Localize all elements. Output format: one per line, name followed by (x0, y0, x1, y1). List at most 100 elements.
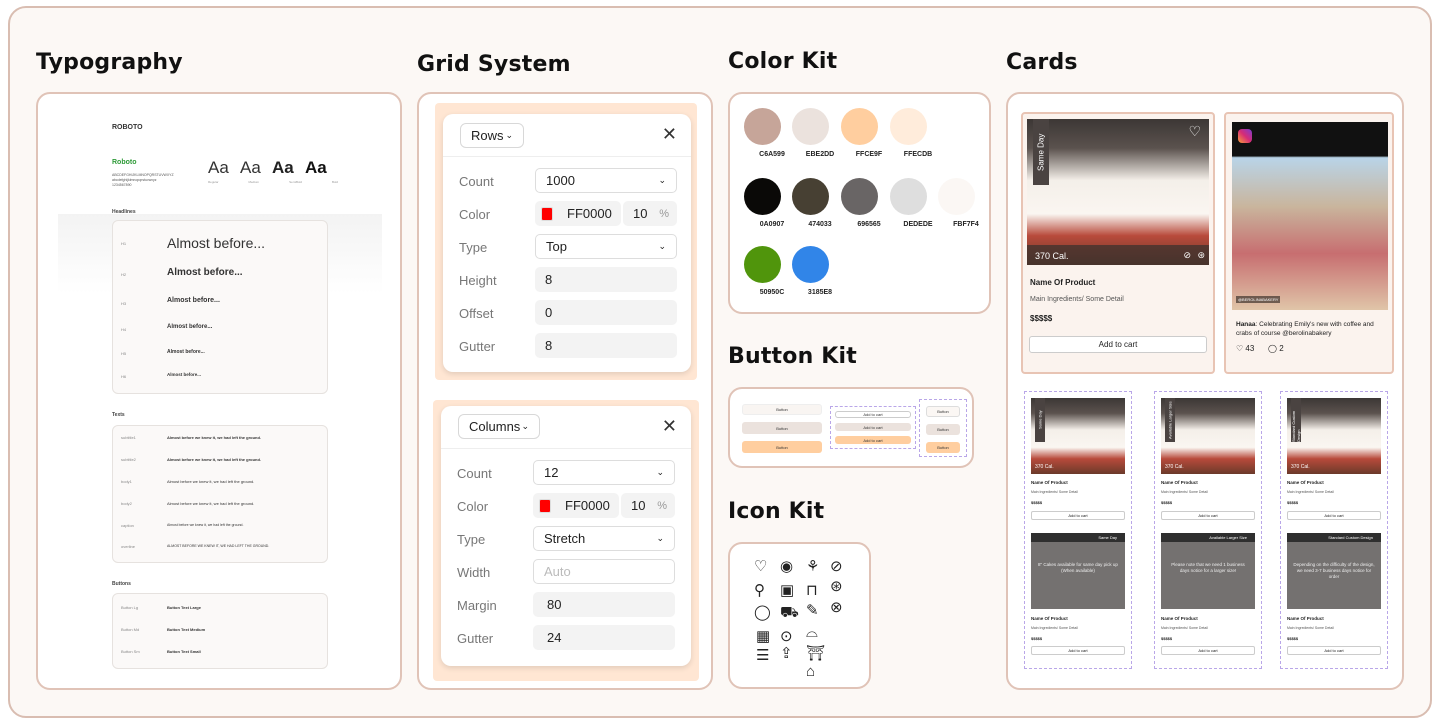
product-ingredients: Main Ingredients/ Some Detail (1031, 626, 1078, 630)
small-button-beige[interactable]: Button (926, 424, 960, 435)
color-swatch[interactable] (539, 498, 551, 513)
color-swatch[interactable] (541, 206, 553, 221)
add-to-cart-beige-button[interactable]: Add to cart (835, 423, 911, 431)
color-field[interactable]: FF0000 (533, 493, 619, 518)
rows-settings-card: Rows ⌄ ✕ Count 1000 ⌄ Color FF0000 10% Typ… (443, 114, 691, 372)
text-sample: Almost before we knew it, we had left th… (167, 435, 262, 440)
calories-label: 370 Cal. (1291, 464, 1310, 470)
type-select[interactable]: Stretch ⌄ (533, 526, 675, 551)
chevron-down-icon: ⌄ (656, 533, 664, 543)
calories-label: 370 Cal. (1035, 251, 1069, 261)
cake-box-icon: ⌂ (806, 663, 816, 680)
comments-count[interactable]: ◯ 2 (1268, 344, 1284, 353)
button-beige[interactable]: Button (742, 422, 822, 434)
comments-value: 2 (1279, 344, 1284, 353)
headline-text: Almost before... (167, 267, 243, 278)
type-value: Top (546, 239, 567, 254)
add-to-cart-button[interactable]: Add to cart (1287, 511, 1381, 520)
text-tag: overline (121, 544, 136, 549)
cupcake-icon: ⌓ (806, 624, 818, 641)
product-price: $$$$$ (1287, 636, 1299, 641)
variant-description: 8" Cakes available for same day pick up … (1038, 562, 1118, 573)
sample-bold: Aa (305, 158, 327, 177)
bag-icon: ⊓ (806, 582, 818, 599)
grid-system-panel: Rows ⌄ ✕ Count 1000 ⌄ Color FF0000 10% Typ… (417, 92, 713, 690)
location-icon: ⊙ (780, 628, 793, 645)
headlines-box: H1 Almost before... H2 Almost before... H3… (112, 220, 328, 394)
columns-mode-select[interactable]: Columns ⌄ (458, 414, 540, 439)
height-input[interactable]: 8 (535, 267, 677, 292)
product-variant-card[interactable]: Standard Custom Design 370 Cal. Name Of Pr… (1280, 391, 1388, 669)
opacity-value: 10 (633, 206, 648, 221)
text-tag: subtitle2 (121, 457, 136, 462)
button-light[interactable]: Button (742, 404, 822, 415)
headline-tag: H5 (121, 351, 127, 356)
color-hex-label: 3185E8 (807, 289, 833, 296)
button-tag: Button Md (121, 627, 140, 632)
gutter-input[interactable]: 8 (535, 333, 677, 358)
cards-panel: Same Day ♡ 370 Cal. ⊘ ⊛ Name Of Product … (1006, 92, 1404, 690)
chat-icon: ◯ (754, 604, 771, 621)
likes-count[interactable]: ♡ 43 (1236, 344, 1254, 353)
variant-title-bar: Same Day (1031, 533, 1125, 542)
instagram-icon: ▣ (780, 582, 795, 599)
columns-settings-card: Columns ⌄ ✕ Count 12 ⌄ Color FF0000 10% Ty… (441, 406, 691, 666)
add-to-cart-button[interactable]: Add to cart (1031, 646, 1125, 655)
height-label: Height (459, 273, 497, 288)
headline-tag: H3 (121, 301, 127, 306)
color-field[interactable]: FF0000 (535, 201, 621, 226)
product-ingredients: Main Ingredients/ Some Detail (1287, 626, 1334, 630)
color-swatch (792, 246, 829, 283)
leaf-circle-icon: ⊛ (830, 578, 843, 595)
social-card[interactable]: @BEROLINABAKERY Hanaa: Celebrating Emily… (1224, 112, 1394, 374)
close-icon[interactable]: ✕ (662, 124, 677, 145)
social-user: Hanaa (1236, 321, 1256, 328)
sliders-icon: ☰ (756, 647, 770, 664)
button-sample: Button Text Medium (167, 627, 206, 632)
add-to-cart-peach-button[interactable]: Add to cart (835, 436, 911, 444)
opacity-field[interactable]: 10% (623, 201, 677, 226)
heart-icon[interactable]: ♡ (1188, 123, 1201, 140)
width-input[interactable]: Auto (533, 559, 675, 584)
share-icon: ⇪ (780, 645, 793, 662)
count-value: 12 (544, 465, 559, 480)
product-ingredients: Main Ingredients/ Some Detail (1161, 626, 1208, 630)
buttons-box: Button Lg Button Text Large Button Md Butt… (112, 593, 328, 669)
add-to-cart-outline-button[interactable]: Add to cart (835, 411, 911, 418)
product-variant-card[interactable]: Available Larger Size 370 Cal. Name Of Pro… (1154, 391, 1262, 669)
search-icon: ⚲ (754, 582, 765, 599)
add-to-cart-button[interactable]: Add to cart (1161, 646, 1255, 655)
cake-icon: ⛩ (806, 645, 826, 662)
add-to-cart-button[interactable]: Add to cart (1287, 646, 1381, 655)
count-select[interactable]: 12 ⌄ (533, 460, 675, 485)
button-sample: Button Text Small (167, 649, 201, 654)
cake-image (1027, 119, 1209, 265)
button-sample: Button Text Large (167, 605, 201, 610)
cake-image (1161, 398, 1255, 474)
variant-badge: Same Day (1035, 398, 1045, 442)
add-to-cart-button[interactable]: Add to cart (1161, 511, 1255, 520)
add-to-cart-button[interactable]: Add to cart (1031, 511, 1125, 520)
opacity-unit: % (657, 499, 667, 512)
offset-input[interactable]: 0 (535, 300, 677, 325)
chevron-down-icon: ⌄ (521, 421, 529, 431)
gutter-input[interactable]: 24 (533, 625, 675, 650)
text-sample: Almost before we knew it, we had left th… (167, 479, 255, 484)
close-icon[interactable]: ✕ (662, 416, 677, 437)
count-select[interactable]: 1000 ⌄ (535, 168, 677, 193)
cake-image (1287, 398, 1381, 474)
rows-mode-select[interactable]: Rows ⌄ (460, 123, 524, 148)
small-button-peach[interactable]: Button (926, 442, 960, 453)
small-button-light[interactable]: Button (926, 406, 960, 417)
product-variant-card[interactable]: Same Day 370 Cal. Name Of Product Main Ingr… (1024, 391, 1132, 669)
product-name: Name Of Product (1161, 616, 1198, 621)
margin-input[interactable]: 80 (533, 592, 675, 617)
count-label: Count (457, 466, 492, 481)
weight-labels: Regular Medium SemiBold Bold (208, 180, 338, 184)
button-peach[interactable]: Button (742, 441, 822, 453)
add-to-cart-button[interactable]: Add to cart (1029, 336, 1207, 353)
opacity-field[interactable]: 10% (621, 493, 675, 518)
product-card[interactable]: Same Day ♡ 370 Cal. ⊘ ⊛ Name Of Product … (1021, 112, 1215, 374)
product-name: Name Of Product (1161, 480, 1198, 485)
type-select[interactable]: Top ⌄ (535, 234, 677, 259)
